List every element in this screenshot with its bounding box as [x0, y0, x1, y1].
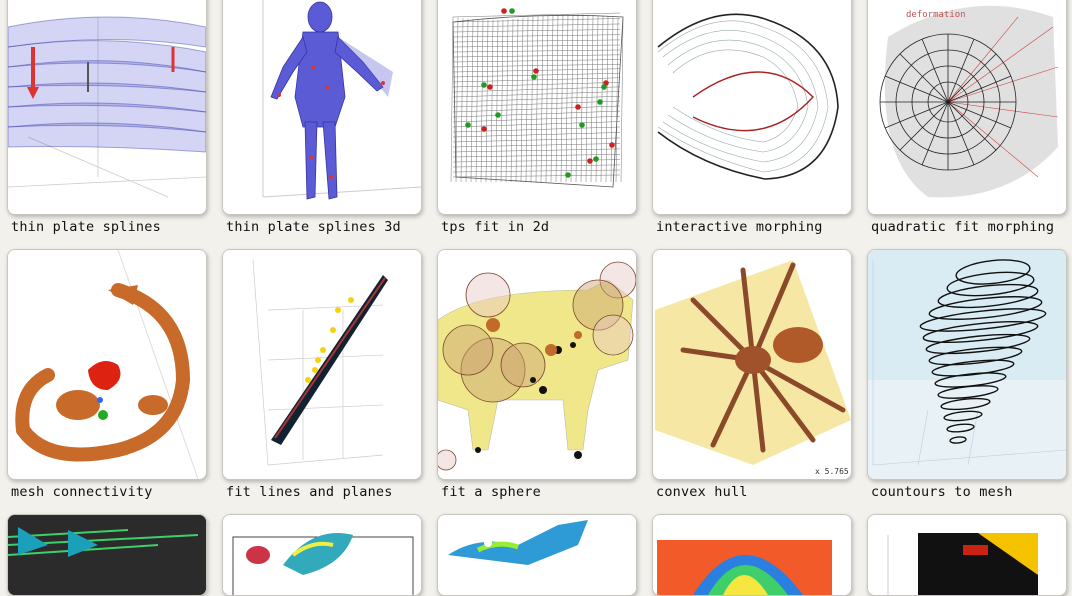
- thumb-row3-5[interactable]: [867, 514, 1067, 596]
- spider-hull-image: x 5.765: [653, 250, 851, 479]
- morphing-curves-image: [653, 0, 851, 214]
- thumb-interactive-morphing[interactable]: [652, 0, 852, 215]
- caption-thin-plate-splines-3d[interactable]: thin plate splines 3d: [226, 219, 401, 235]
- caption-fit-a-sphere[interactable]: fit a sphere: [441, 484, 541, 500]
- caption-mesh-connectivity[interactable]: mesh connectivity: [11, 484, 153, 500]
- caption-fit-lines-and-planes[interactable]: fit lines and planes: [226, 484, 393, 500]
- thumb-thin-plate-splines[interactable]: [7, 0, 207, 215]
- caption-tps-fit-in-2d[interactable]: tps fit in 2d: [441, 219, 549, 235]
- mesh-connectivity-image: [8, 250, 206, 479]
- colored-mesh-image: [223, 515, 421, 595]
- colored-shape-image: [438, 515, 636, 595]
- caption-countours-to-mesh[interactable]: countours to mesh: [871, 484, 1013, 500]
- caption-thin-plate-splines[interactable]: thin plate splines: [11, 219, 161, 235]
- hull-readout: x 5.765: [815, 467, 849, 476]
- caption-quadratic-fit-morphing[interactable]: quadratic fit morphing: [871, 219, 1054, 235]
- fit-plane-image: [223, 250, 421, 479]
- thumb-row3-4[interactable]: [652, 514, 852, 596]
- thumb-countours-to-mesh[interactable]: [867, 249, 1067, 480]
- caption-interactive-morphing[interactable]: interactive morphing: [656, 219, 823, 235]
- thumb-fit-lines-and-planes[interactable]: [222, 249, 422, 480]
- deformation-label: deformation: [906, 10, 966, 20]
- arrows-field-image: [8, 515, 206, 595]
- tps-grid-image: [438, 0, 636, 214]
- thumb-row3-3[interactable]: [437, 514, 637, 596]
- image-plot-image: [868, 515, 1066, 595]
- caption-convex-hull[interactable]: convex hull: [656, 484, 748, 500]
- thumb-fit-a-sphere[interactable]: [437, 249, 637, 480]
- thumb-convex-hull[interactable]: x 5.765: [652, 249, 852, 480]
- thumb-mesh-connectivity[interactable]: [7, 249, 207, 480]
- contours-image: [868, 250, 1066, 479]
- thumb-row3-1[interactable]: [7, 514, 207, 596]
- heatmap-sphere-image: [653, 515, 851, 595]
- body-mesh-image: [223, 0, 421, 214]
- thumb-row3-2[interactable]: [222, 514, 422, 596]
- thumb-tps-fit-in-2d[interactable]: [437, 0, 637, 215]
- thumb-thin-plate-splines-3d[interactable]: [222, 0, 422, 215]
- cow-spheres-image: [438, 250, 636, 479]
- thumb-quadratic-fit-morphing[interactable]: deformation: [867, 0, 1067, 215]
- sphere-wire-image: deformation: [868, 0, 1066, 214]
- thin-plate-splines-image: [8, 0, 206, 214]
